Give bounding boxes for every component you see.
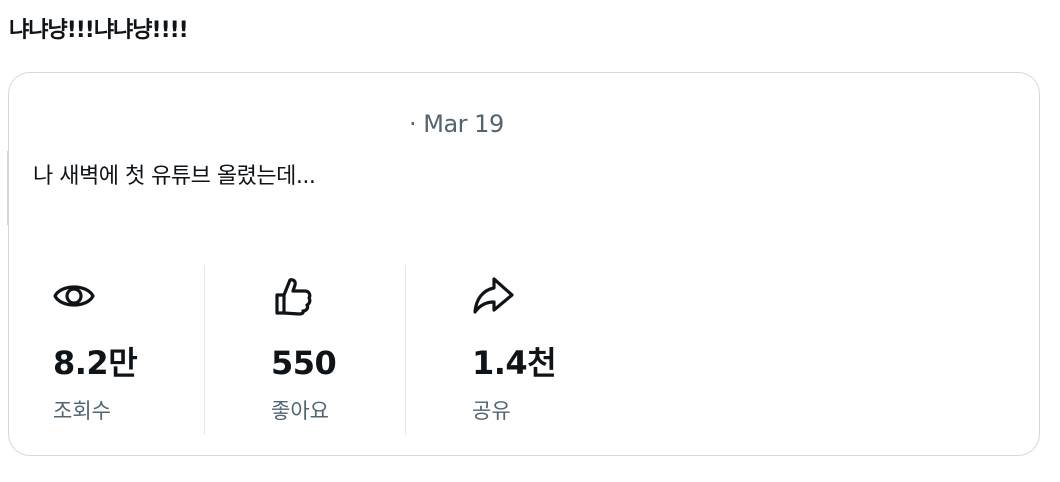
share-arrow-icon <box>472 275 514 317</box>
eye-icon <box>53 275 95 317</box>
views-value: 8.2만 <box>53 344 138 382</box>
post-heading: 냐냐냥!!!냐냐냥!!!! <box>9 18 189 43</box>
shares-label: 공유 <box>472 399 511 423</box>
thumbs-up-icon <box>271 275 313 317</box>
stat-divider <box>405 265 406 435</box>
shares-stat[interactable]: 1.4천 공유 <box>472 265 672 437</box>
stats-row: 8.2만 조회수 550 좋아요 1.4천 공유 <box>9 265 629 437</box>
post-date[interactable]: · Mar 19 <box>409 109 504 139</box>
likes-stat[interactable]: 550 좋아요 <box>271 265 471 437</box>
quote-indicator-bar <box>7 151 8 225</box>
likes-value: 550 <box>271 344 337 382</box>
views-label: 조회수 <box>53 399 111 423</box>
views-stat[interactable]: 8.2만 조회수 <box>53 265 253 437</box>
post-text: 나 새벽에 첫 유튜브 올렸는데... <box>33 164 316 189</box>
likes-label: 좋아요 <box>271 399 329 423</box>
shares-value: 1.4천 <box>472 344 557 382</box>
page: 냐냐냥!!!냐냐냥!!!! · Mar 19 나 새벽에 첫 유튜브 올렸는데.… <box>0 0 1060 482</box>
quoted-post-card[interactable]: · Mar 19 나 새벽에 첫 유튜브 올렸는데... 8.2만 조회수 55… <box>7 72 1040 456</box>
stat-divider <box>204 265 205 435</box>
